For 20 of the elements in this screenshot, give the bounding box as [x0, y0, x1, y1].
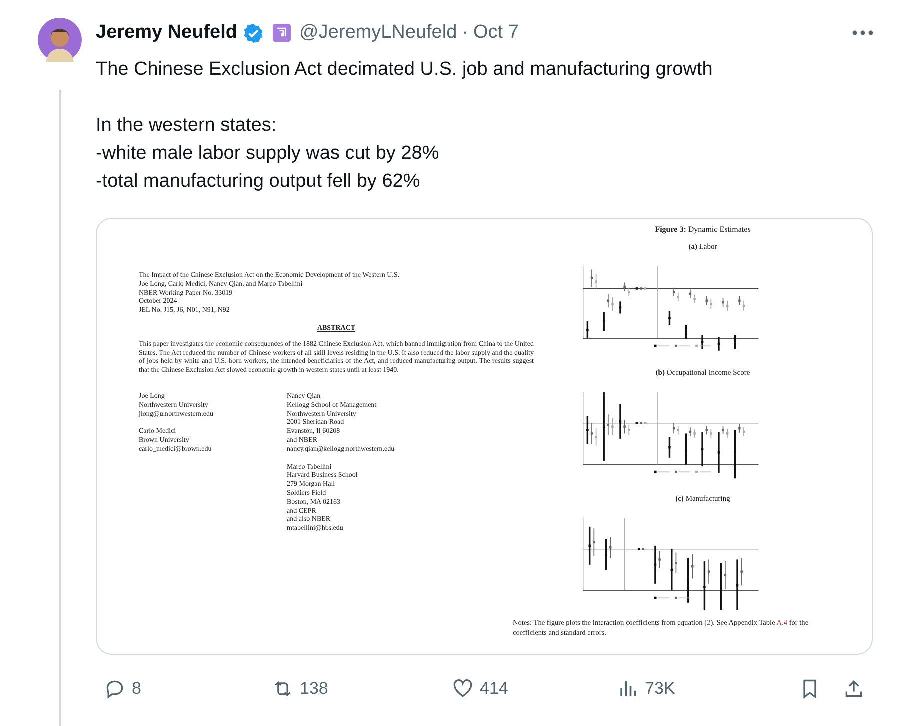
separator-dot: · — [462, 22, 468, 44]
avatar[interactable] — [38, 18, 82, 62]
affiliation-icon — [272, 24, 291, 42]
reply-icon[interactable] — [104, 678, 126, 700]
action-count: 73K — [645, 679, 676, 699]
attached-image[interactable] — [96, 218, 873, 655]
author-name[interactable]: Jeremy Neufeld — [96, 22, 238, 44]
post-text: -total manufacturing output fell by 62% — [96, 170, 422, 194]
post-text: The Chinese Exclusion Act decimated U.S. job and manufacturing growth — [96, 58, 714, 82]
action-count: 138 — [300, 679, 328, 699]
more-options-icon[interactable] — [852, 30, 874, 36]
action-count: 8 — [132, 679, 142, 699]
post-text: In the western states: — [96, 114, 278, 138]
figure-title: Figure 3: Dynamic Estimates — [655, 225, 751, 235]
action-count: 414 — [480, 679, 508, 699]
heart-icon[interactable] — [452, 678, 474, 700]
share-icon[interactable] — [843, 678, 865, 700]
post-date[interactable]: Oct 7 — [473, 22, 519, 44]
post-text: -white male labor supply was cut by 28% — [96, 142, 440, 166]
user-handle[interactable]: @JeremyLNeufeld — [300, 22, 458, 44]
